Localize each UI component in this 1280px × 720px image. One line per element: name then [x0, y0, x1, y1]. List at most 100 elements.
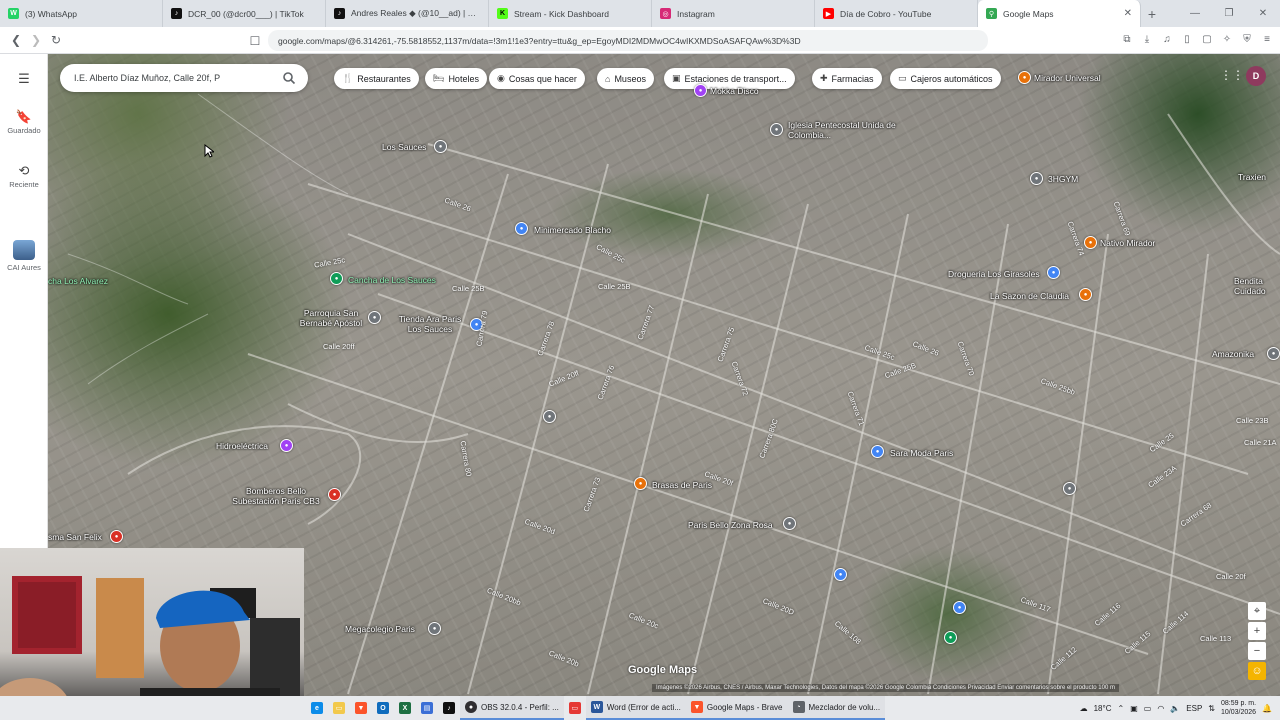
tab-whatsapp[interactable]: W (3) WhatsApp — [0, 0, 163, 27]
place-label[interactable]: Amazonika — [1212, 349, 1254, 359]
chip-atms[interactable]: ▭ Cajeros automáticos — [890, 68, 1001, 89]
tab-tiktok-andres[interactable]: ♪ Andres Reales ◆ (@10__ad) | TikTok — [326, 0, 489, 27]
place-label[interactable]: sma San Felix — [48, 532, 102, 542]
place-pin-sazon[interactable]: ● — [1079, 288, 1092, 301]
rail-recent-place[interactable]: CAI Aures — [0, 240, 48, 272]
pinned-outlook[interactable]: O — [372, 696, 394, 720]
place-pin[interactable]: ● — [953, 601, 966, 614]
taskbar-word[interactable]: W Word (Error de acti... — [585, 696, 686, 720]
wallet-icon[interactable]: ▢ — [1200, 32, 1214, 46]
rail-saved-button[interactable]: 🔖 Guardado — [0, 108, 48, 135]
place-label[interactable]: Bomberos Bello Subestación Paris CB3 — [224, 486, 328, 506]
place-label[interactable]: La Sazon de Claudia — [990, 291, 1069, 301]
place-pin-san-felix[interactable]: ● — [110, 530, 123, 543]
search-input[interactable]: I.E. Alberto Díaz Muñoz, Calle 20f, P — [74, 73, 282, 83]
place-label[interactable]: Minimercado Blacho — [534, 225, 611, 235]
map-attribution[interactable]: Imágenes ©2026 Airbus, CNES / Airbus, Ma… — [652, 684, 1119, 692]
menu-button[interactable]: ☰ — [0, 70, 48, 88]
place-pin-hidroelectrica[interactable]: ● — [280, 439, 293, 452]
tab-instagram[interactable]: ◎ Instagram — [652, 0, 815, 27]
notifications-icon[interactable]: 🔔 — [1262, 704, 1272, 713]
close-window-icon[interactable]: ✕ — [1246, 0, 1280, 27]
pinned-excel[interactable]: X — [394, 696, 416, 720]
pinned-red-app[interactable]: ▭ — [564, 696, 586, 720]
place-label[interactable]: Traxien — [1238, 172, 1266, 182]
place-pin-sara-moda[interactable]: ● — [871, 445, 884, 458]
tab-kick[interactable]: K Stream - Kick Dashboard — [489, 0, 652, 27]
tab-tiktok-dcr[interactable]: ♪ DCR_00 (@dcr00___) | TikTok — [163, 0, 326, 27]
wifi-icon[interactable]: ◠ — [1157, 704, 1164, 713]
place-pin[interactable]: ● — [944, 631, 957, 644]
vpn-icon[interactable]: ⛨ — [1240, 32, 1254, 46]
minimize-icon[interactable]: — — [1178, 0, 1212, 27]
place-pin-minimercado[interactable]: ● — [515, 222, 528, 235]
place-label[interactable]: Hidroeléctrica — [216, 441, 268, 451]
place-pin-3hgym[interactable]: ● — [1030, 172, 1043, 185]
place-label[interactable]: Sara Moda Paris — [890, 448, 953, 458]
place-pin-amazonika[interactable]: ● — [1267, 347, 1280, 360]
place-label[interactable]: 3HGYM — [1048, 174, 1078, 184]
weather-temp[interactable]: 18°C — [1094, 704, 1112, 713]
taskbar-brave-maps[interactable]: ▼ Google Maps - Brave — [685, 696, 788, 720]
place-pin-mirador-universal[interactable]: ● — [1018, 71, 1031, 84]
close-tab-icon[interactable]: ✕ — [1124, 8, 1132, 19]
place-label[interactable]: Los Sauces — [382, 142, 426, 152]
place-label[interactable]: Tienda Ara Paris Los Sauces — [392, 314, 468, 334]
pinned-store[interactable]: ▤ — [416, 696, 438, 720]
zoom-out-button[interactable]: − — [1248, 642, 1266, 660]
menu-icon[interactable]: ≡ — [1260, 32, 1274, 46]
place-pin-cancha[interactable]: ● — [330, 272, 343, 285]
sidebar-icon[interactable]: ▯ — [1180, 32, 1194, 46]
chip-museums[interactable]: ⌂ Museos — [597, 68, 654, 89]
leo-icon[interactable]: ✧ — [1220, 32, 1234, 46]
tray-app-icon[interactable]: ▣ — [1130, 704, 1138, 713]
new-tab-button[interactable]: + — [1141, 0, 1163, 27]
street-view-pegman-icon[interactable]: ☺ — [1248, 662, 1266, 680]
battery-icon[interactable]: ▭ — [1144, 704, 1152, 713]
place-label[interactable]: Nativo Mirador — [1100, 238, 1155, 248]
place-pin-brasas[interactable]: ● — [634, 477, 647, 490]
rail-recent-button[interactable]: ⟲ Reciente — [0, 162, 48, 189]
tray-lang[interactable]: ESP — [1186, 704, 1202, 713]
place-pin-mokka-disco[interactable]: ● — [694, 84, 707, 97]
taskbar-obs[interactable]: ● OBS 32.0.4 - Perfil: ... — [460, 696, 564, 720]
volume-icon[interactable]: 🔈 — [1170, 704, 1180, 713]
place-label[interactable]: Cancha de Los Sauces — [348, 275, 436, 285]
reload-icon[interactable]: ↻ — [46, 30, 66, 50]
place-pin-drogueria[interactable]: ● — [1047, 266, 1060, 279]
place-pin[interactable]: ● — [1063, 482, 1076, 495]
pinned-explorer[interactable]: ▭ — [328, 696, 350, 720]
place-label[interactable]: Iglesia Pentecostal Unida de Colombia... — [788, 120, 938, 140]
bookmark-page-icon[interactable]: ☐ — [245, 31, 265, 51]
chip-things-to-do[interactable]: ◉ Cosas que hacer — [489, 68, 585, 89]
place-label[interactable]: Paris Bello Zona Rosa — [688, 520, 773, 530]
search-box[interactable]: I.E. Alberto Díaz Muñoz, Calle 20f, P — [60, 64, 308, 92]
clock[interactable]: 08:59 p. m. 10/03/2026 — [1221, 699, 1256, 717]
place-label[interactable]: Brasas de Paris — [652, 480, 712, 490]
restore-icon[interactable]: ❐ — [1212, 0, 1246, 27]
tab-youtube[interactable]: ▶ Día de Cobro - YouTube — [815, 0, 978, 27]
media-icon[interactable]: ♫ — [1160, 32, 1174, 46]
place-label[interactable]: cha Los Alvarez — [48, 276, 108, 286]
place-pin-iglesia[interactable]: ● — [770, 123, 783, 136]
place-pin[interactable]: ● — [543, 410, 556, 423]
url-field[interactable]: google.com/maps/@6.314261,-75.5818552,11… — [268, 30, 988, 51]
place-label[interactable]: Bendita Cuidado — [1234, 276, 1280, 296]
place-pin-zona-rosa[interactable]: ● — [783, 517, 796, 530]
back-icon[interactable]: ❮ — [6, 30, 26, 50]
place-pin-parroquia[interactable]: ● — [368, 311, 381, 324]
search-icon[interactable] — [282, 71, 296, 85]
place-pin-nativo-mirador[interactable]: ● — [1084, 236, 1097, 249]
place-label[interactable]: Megacolegio Paris — [345, 624, 415, 634]
pinned-brave[interactable]: ▼ — [350, 696, 372, 720]
weather-icon[interactable]: ☁ — [1080, 704, 1088, 713]
network-icon[interactable]: ⇅ — [1208, 704, 1215, 713]
tab-google-maps[interactable]: ⚲ Google Maps ✕ — [978, 0, 1141, 27]
downloads-icon[interactable]: ⤓ — [1140, 32, 1154, 46]
chip-pharmacies[interactable]: ✚ Farmacias — [812, 68, 882, 89]
my-location-icon[interactable]: ⌖ — [1248, 602, 1266, 620]
place-label[interactable]: Drogueria Los Girasoles — [948, 269, 1040, 279]
place-pin[interactable]: ● — [834, 568, 847, 581]
zoom-in-button[interactable]: + — [1248, 622, 1266, 640]
google-apps-icon[interactable]: ⋮⋮ — [1220, 68, 1244, 82]
